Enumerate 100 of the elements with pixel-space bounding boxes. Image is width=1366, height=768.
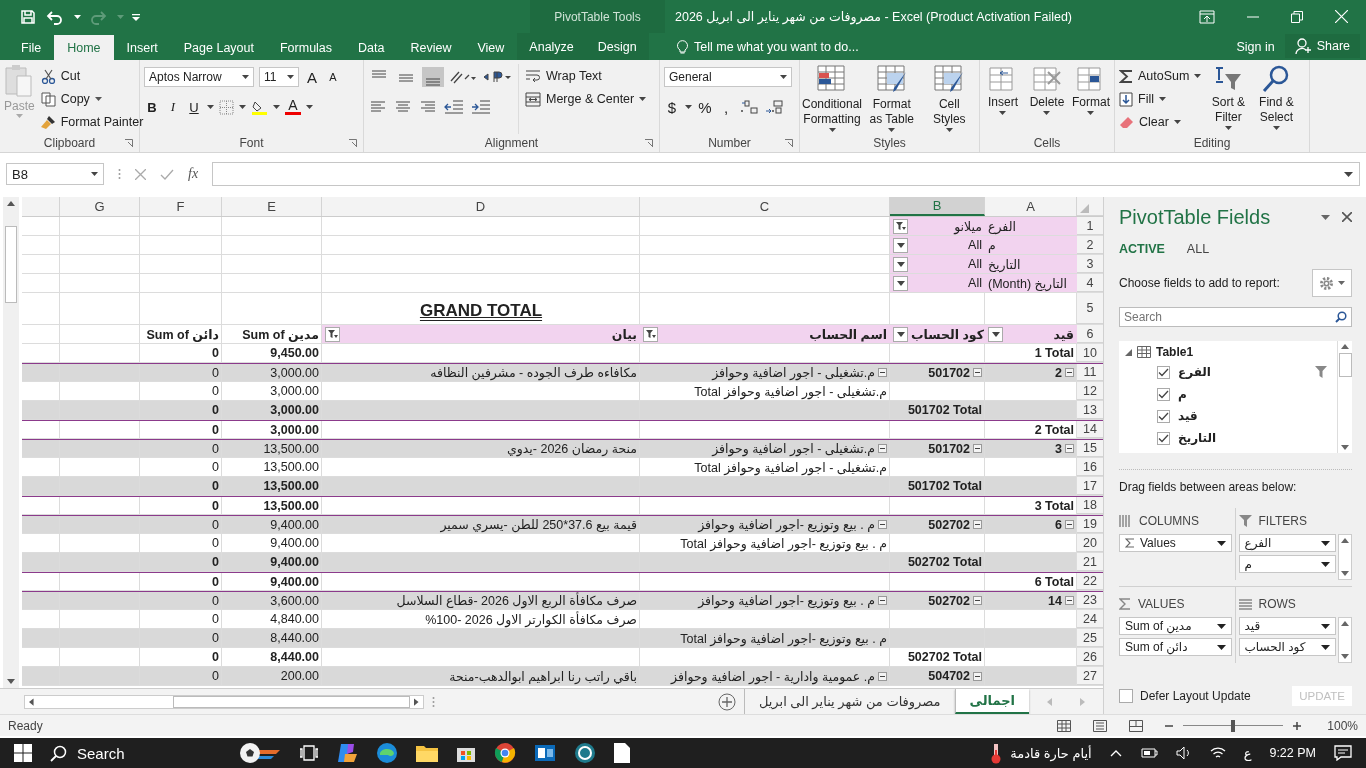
collapse-icon[interactable] [878, 520, 887, 529]
area-field[interactable]: Sum of دائن [1119, 638, 1232, 656]
sort-filter-button[interactable]: Sort & Filter [1207, 64, 1250, 134]
notification-icon[interactable] [1334, 745, 1352, 761]
dialog-launcher-icon[interactable] [349, 139, 357, 147]
chrome-icon[interactable] [494, 742, 516, 764]
document-icon[interactable] [614, 743, 630, 763]
row-number[interactable]: 1 [1077, 217, 1103, 235]
caret-icon[interactable] [685, 105, 692, 109]
task-view-icon[interactable] [300, 745, 318, 761]
font-color-button[interactable]: A [285, 99, 301, 115]
paragraph-direction-icon[interactable] [482, 69, 512, 85]
field-dropdown[interactable] [893, 326, 908, 342]
collapse-icon[interactable] [973, 368, 982, 377]
zoom-in-icon[interactable] [1293, 721, 1302, 730]
increase-decimal-icon[interactable] [739, 99, 759, 115]
restore-icon[interactable] [1291, 10, 1303, 23]
styles-button[interactable]: Format as Table [866, 64, 918, 134]
dialog-launcher-icon[interactable] [125, 139, 133, 147]
wrap-text-button[interactable]: Wrap Text [525, 66, 647, 86]
sign-in-link[interactable]: Sign in [1226, 33, 1285, 60]
row-number[interactable]: 24 [1077, 610, 1103, 628]
tools-button[interactable] [1312, 269, 1352, 297]
collapse-icon[interactable] [878, 368, 887, 377]
search-field[interactable]: Search [1119, 307, 1352, 327]
scroll-up-icon[interactable] [7, 201, 15, 206]
tell-me-field[interactable]: Tell me what you want to do... [665, 33, 1227, 60]
save-icon[interactable] [20, 8, 36, 25]
styles-button[interactable]: Cell Styles [923, 64, 975, 134]
ribbon-tab[interactable]: Review [397, 35, 465, 60]
scroll-left-icon[interactable] [29, 697, 34, 706]
scrollbar-thumb[interactable] [1338, 353, 1352, 377]
row-number[interactable]: 23 [1077, 592, 1103, 609]
insert-function-button[interactable]: fx [188, 166, 199, 182]
scroll-right-icon[interactable] [414, 697, 419, 706]
check-icon[interactable] [160, 168, 174, 180]
pane-tab[interactable]: ALL [1186, 242, 1210, 256]
comma-button[interactable]: , [718, 98, 734, 116]
decrease-indent-icon[interactable] [443, 99, 465, 115]
caret-icon[interactable] [207, 105, 214, 109]
taskbar-search[interactable]: Search [50, 744, 220, 762]
list-scrollbar[interactable] [1337, 341, 1352, 453]
decrease-decimal-icon[interactable] [764, 99, 784, 115]
scroll-down-icon[interactable] [1341, 654, 1349, 659]
borders-icon[interactable] [219, 99, 234, 115]
undo-icon[interactable] [46, 8, 64, 25]
autosum-button[interactable]: AutoSum [1119, 66, 1202, 86]
field-name[interactable]: م [1178, 387, 1331, 401]
row-number[interactable]: 15 [1077, 440, 1103, 457]
defer-checkbox[interactable] [1119, 689, 1133, 703]
chevron-up-icon[interactable] [1109, 749, 1122, 757]
row-number[interactable]: 10 [1077, 344, 1103, 362]
ribbon-tab[interactable]: Formulas [266, 35, 346, 60]
battery-icon[interactable] [1139, 747, 1158, 759]
cells-button[interactable]: Format [1071, 64, 1110, 134]
cells-button[interactable]: Delete [1028, 64, 1066, 134]
scroll-up-icon[interactable] [1341, 621, 1349, 626]
collapse-icon[interactable] [1065, 596, 1074, 605]
area-field[interactable]: كود الحساب [1238, 638, 1336, 656]
caret-icon[interactable] [306, 105, 313, 109]
row-number[interactable]: 13 [1077, 401, 1103, 419]
ribbon-tab[interactable]: Analyze [517, 33, 586, 60]
field-dropdown[interactable] [988, 326, 1003, 342]
shrink-font-button[interactable]: A [325, 71, 341, 83]
row-number[interactable]: 12 [1077, 382, 1103, 400]
add-sheet-icon[interactable] [717, 692, 736, 711]
cut-button[interactable]: Cut [40, 66, 144, 86]
area-field[interactable]: م [1238, 555, 1336, 573]
ribbon-tab[interactable]: Design [585, 33, 649, 60]
text-orientation-icon[interactable] [449, 69, 477, 85]
language-indicator[interactable]: ع [1243, 745, 1252, 761]
sheet-tab[interactable]: اجمالى [954, 689, 1029, 714]
thermometer-icon[interactable] [990, 742, 1003, 764]
field-checkbox[interactable] [1157, 409, 1170, 423]
ribbon-display-icon[interactable] [1199, 9, 1215, 24]
expand-icon[interactable] [1344, 171, 1353, 177]
table-name[interactable]: Table1 [1156, 345, 1194, 359]
caret-icon[interactable] [74, 14, 81, 19]
merge-center-button[interactable]: Merge & Center [525, 89, 647, 109]
collapse-icon[interactable] [973, 596, 982, 605]
column-header[interactable]: F [140, 197, 222, 216]
field-dropdown[interactable] [325, 326, 340, 342]
find-select-button[interactable]: Find & Select [1255, 64, 1298, 134]
row-number[interactable]: 11 [1077, 364, 1103, 381]
field-name[interactable]: التاريخ [1178, 431, 1331, 445]
row-number[interactable]: 20 [1077, 534, 1103, 552]
pane-tab[interactable]: ACTIVE [1119, 242, 1165, 256]
row-number[interactable]: 3 [1077, 255, 1103, 273]
row-number[interactable]: 25 [1077, 629, 1103, 647]
font-family-field[interactable]: Aptos Narrow [144, 67, 254, 87]
caret-icon[interactable] [1321, 214, 1330, 220]
edge-icon[interactable] [376, 742, 398, 764]
page-break-icon[interactable] [1129, 719, 1144, 732]
dialog-launcher-icon[interactable] [645, 139, 653, 147]
clear-button[interactable]: Clear [1119, 112, 1202, 132]
row-number[interactable]: 27 [1077, 667, 1103, 685]
caret-icon[interactable] [273, 105, 280, 109]
zoom-level[interactable]: 100% [1327, 718, 1358, 733]
increase-indent-icon[interactable] [470, 99, 492, 115]
minimize-icon[interactable] [1247, 15, 1259, 18]
